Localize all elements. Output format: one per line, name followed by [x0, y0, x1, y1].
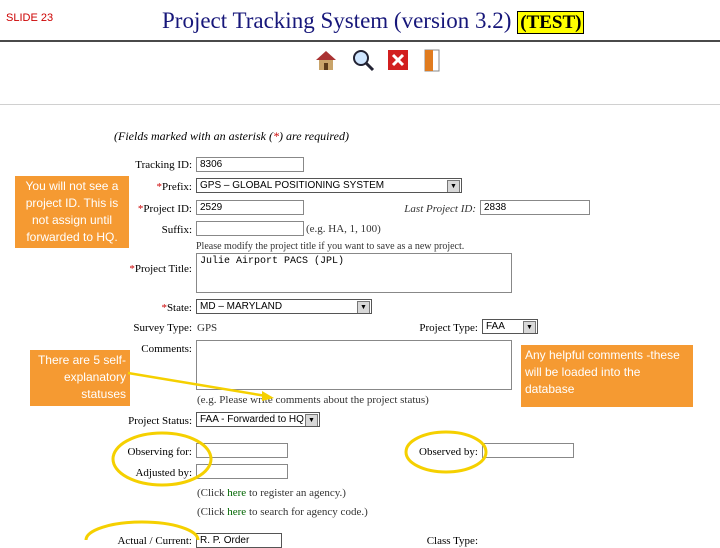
highlight-ring-observing [111, 431, 213, 487]
highlight-ring-bottom [84, 520, 200, 540]
callout-arrow-line [127, 371, 267, 398]
highlight-ring-observed-by [404, 430, 488, 474]
callout-arrow-head [262, 391, 274, 401]
annotation-overlay [84, 371, 488, 540]
